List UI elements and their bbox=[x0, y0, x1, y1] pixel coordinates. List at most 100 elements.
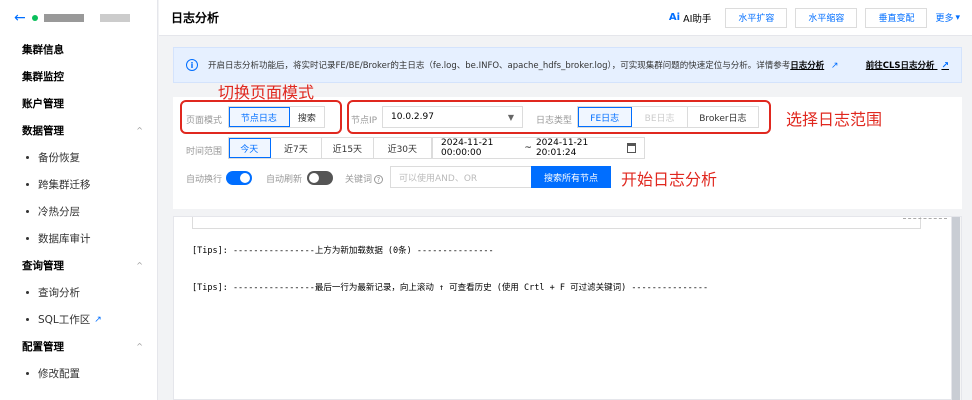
sidebar-item[interactable]: 查询分析 bbox=[0, 279, 157, 306]
chevron-up-icon[interactable]: ^ bbox=[136, 342, 143, 351]
chevron-up-icon[interactable]: ^ bbox=[136, 261, 143, 270]
cluster-id-redacted bbox=[99, 14, 130, 22]
bullet-icon bbox=[26, 156, 29, 159]
bullet-icon bbox=[26, 237, 29, 240]
external-link-icon: ↗ bbox=[830, 61, 839, 71]
log-viewer: [Tips]: ----------------上方为新加载数据 (0条) --… bbox=[173, 216, 962, 400]
sidebar-header: ← bbox=[0, 0, 157, 36]
chevron-up-icon[interactable]: ^ bbox=[136, 126, 143, 135]
sidebar-item[interactable]: 数据库审计 bbox=[0, 225, 157, 252]
auto-wrap-toggle[interactable] bbox=[226, 171, 252, 185]
caret-down-icon: ▾ bbox=[955, 12, 960, 23]
auto-wrap-label: 自动换行 bbox=[186, 175, 223, 185]
log-type-broker[interactable]: Broker日志 bbox=[688, 107, 758, 127]
scroll-thumb[interactable] bbox=[952, 217, 960, 400]
time-15d[interactable]: 近15天 bbox=[322, 138, 374, 158]
sidebar-item[interactable]: 冷热分层 bbox=[0, 198, 157, 225]
log-type-fe[interactable]: FE日志 bbox=[578, 107, 633, 127]
sidebar-item[interactable]: 备份恢复 bbox=[0, 144, 157, 171]
sidebar-item[interactable]: 修改配置 bbox=[0, 360, 157, 387]
page-mode-segment: 节点日志 搜索 bbox=[228, 106, 325, 128]
cluster-name-redacted bbox=[43, 14, 84, 22]
banner-text: 开启日志分析功能后，将实时记录FE/BE/Broker的主日志（fe.log、b… bbox=[208, 61, 839, 71]
page-mode-label: 页面模式 bbox=[186, 116, 223, 126]
filter-panel: 切换页面模式 选择日志范围 开始日志分析 页面模式 节点日志 搜索 节点IP 1… bbox=[173, 83, 962, 209]
status-dot-icon bbox=[31, 15, 38, 21]
ai-assistant-button[interactable]: Ai AI助手 bbox=[669, 11, 711, 25]
sidebar-item-label: 修改配置 bbox=[38, 368, 80, 380]
page-mode-search[interactable]: 搜索 bbox=[290, 107, 324, 127]
auto-refresh-toggle[interactable] bbox=[307, 171, 333, 185]
auto-refresh-label: 自动刷新 bbox=[266, 175, 303, 185]
log-minimap bbox=[903, 218, 947, 222]
log-type-segment: FE日志 BE日志 Broker日志 bbox=[577, 106, 759, 128]
sidebar-item-label: 跨集群迁移 bbox=[38, 179, 91, 191]
bullet-icon bbox=[26, 210, 29, 213]
keyword-input[interactable]: 可以使用AND、OR bbox=[390, 166, 532, 188]
sidebar-item-label: 冷热分层 bbox=[38, 206, 80, 218]
main-content: i 开启日志分析功能后，将实时记录FE/BE/Broker的主日志（fe.log… bbox=[173, 47, 962, 209]
node-ip-select[interactable]: 10.0.2.97 ▼ bbox=[382, 106, 523, 128]
sidebar-item[interactable]: 数据管理 ^ bbox=[0, 117, 157, 144]
calendar-icon bbox=[627, 143, 636, 153]
cls-log-link[interactable]: 前往CLS日志分析 ↗ bbox=[866, 59, 949, 71]
node-ip-value: 10.0.2.97 bbox=[391, 112, 434, 122]
help-icon[interactable]: ? bbox=[374, 175, 384, 184]
time-7d[interactable]: 近7天 bbox=[271, 138, 323, 158]
page-mode-node-log[interactable]: 节点日志 bbox=[229, 107, 290, 127]
log-analysis-doc-link[interactable]: 日志分析 bbox=[790, 61, 824, 71]
page-header: 日志分析 Ai AI助手 水平扩容 水平缩容 垂直变配 更多 ▾ bbox=[159, 0, 972, 36]
time-range-label: 时间范围 bbox=[186, 147, 223, 157]
page-title: 日志分析 bbox=[171, 11, 220, 25]
info-icon: i bbox=[186, 59, 198, 71]
annotation-range: 选择日志范围 bbox=[786, 110, 883, 129]
sidebar-item[interactable]: 跨集群迁移 bbox=[0, 171, 157, 198]
sidebar-item[interactable]: SQL工作区 ↗ bbox=[0, 306, 157, 333]
time-range-segment: 今天 近7天 近15天 近30天 bbox=[228, 137, 432, 159]
sidebar-item[interactable]: 集群信息 bbox=[0, 36, 157, 63]
bullet-icon bbox=[26, 291, 29, 294]
info-banner: i 开启日志分析功能后，将实时记录FE/BE/Broker的主日志（fe.log… bbox=[173, 47, 962, 83]
sidebar-item-label: 数据库审计 bbox=[38, 233, 91, 245]
sidebar-item-label: SQL工作区 bbox=[38, 314, 91, 326]
sidebar-item[interactable]: 集群监控 bbox=[0, 63, 157, 90]
log-tip-scroll: [Tips]: ----------------最后一行为最新记录，向上滚动 ↑… bbox=[192, 283, 709, 293]
log-header-frame bbox=[192, 217, 921, 229]
annotation-start: 开始日志分析 bbox=[621, 170, 718, 189]
time-today[interactable]: 今天 bbox=[229, 138, 271, 158]
external-link-icon: ↗ bbox=[941, 61, 949, 71]
sidebar-item-label: 数据管理 bbox=[22, 125, 64, 137]
scale-in-button[interactable]: 水平缩容 bbox=[795, 7, 858, 28]
log-type-be[interactable]: BE日志 bbox=[632, 107, 688, 127]
time-30d[interactable]: 近30天 bbox=[374, 138, 431, 158]
sidebar-item-label: 查询分析 bbox=[38, 287, 80, 299]
sidebar-item-label: 配置管理 bbox=[22, 341, 64, 353]
bullet-icon bbox=[26, 372, 29, 375]
date-separator: ~ bbox=[524, 143, 532, 153]
sidebar-item[interactable]: 查询管理 ^ bbox=[0, 252, 157, 279]
date-end: 2024-11-21 20:01:24 bbox=[535, 138, 589, 158]
sidebar-menu: 集群信息集群监控账户管理数据管理 ^ 备份恢复跨集群迁移冷热分层数据库审计查询管理 ^… bbox=[0, 36, 157, 387]
sidebar-item-label: 备份恢复 bbox=[38, 152, 80, 164]
node-ip-label: 节点IP bbox=[351, 116, 378, 126]
ai-icon: Ai bbox=[668, 12, 681, 23]
more-menu[interactable]: 更多 ▾ bbox=[935, 11, 960, 25]
sidebar-item-label: 账户管理 bbox=[22, 98, 64, 110]
sidebar-item-label: 集群监控 bbox=[22, 71, 64, 83]
sidebar-item-label: 集群信息 bbox=[22, 44, 64, 56]
sidebar-item[interactable]: 账户管理 bbox=[0, 90, 157, 117]
search-all-nodes-button[interactable]: 搜索所有节点 bbox=[531, 166, 611, 188]
scale-out-button[interactable]: 水平扩容 bbox=[725, 7, 788, 28]
log-scrollbar[interactable] bbox=[951, 217, 961, 400]
sidebar-item-label: 查询管理 bbox=[22, 260, 64, 272]
ai-assistant-label: AI助手 bbox=[683, 13, 712, 25]
date-start: 2024-11-21 00:00:00 bbox=[441, 138, 494, 158]
chevron-down-icon: ▼ bbox=[507, 112, 514, 122]
back-arrow-icon[interactable]: ← bbox=[14, 10, 26, 26]
vertical-scale-button[interactable]: 垂直变配 bbox=[865, 7, 928, 28]
keyword-label: 关键词? bbox=[345, 172, 384, 185]
sidebar-item[interactable]: 配置管理 ^ bbox=[0, 333, 157, 360]
sidebar: ← 集群信息集群监控账户管理数据管理 ^ 备份恢复跨集群迁移冷热分层数据库审计查询管… bbox=[0, 0, 158, 400]
bullet-icon bbox=[26, 183, 29, 186]
date-range-picker[interactable]: 2024-11-21 00:00:00 ~ 2024-11-21 20:01:2… bbox=[432, 137, 645, 159]
